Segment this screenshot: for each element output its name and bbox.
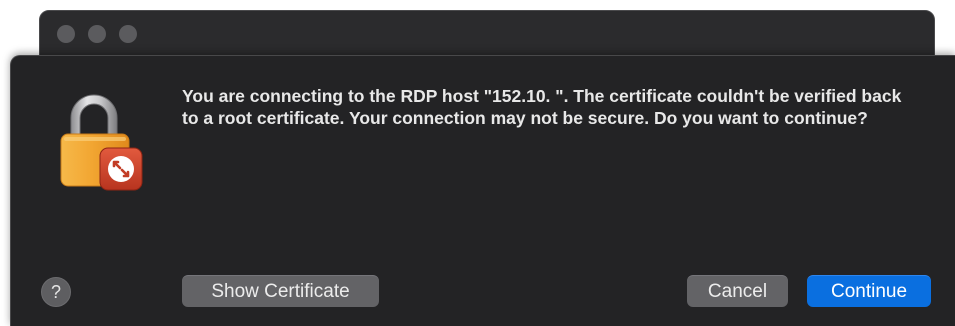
help-button[interactable]: ? [41,277,71,307]
cancel-button[interactable]: Cancel [687,275,788,307]
continue-button[interactable]: Continue [807,275,931,307]
screen: You are connecting to the RDP host "152.… [0,0,955,326]
window-zoom-button[interactable] [119,25,137,43]
dialog-message: You are connecting to the RDP host "152.… [182,86,902,128]
certificate-warning-dialog: You are connecting to the RDP host "152.… [10,55,955,326]
show-certificate-button[interactable]: Show Certificate [182,275,379,307]
window-close-button[interactable] [57,25,75,43]
lock-rdp-icon [56,88,151,198]
window-minimize-button[interactable] [88,25,106,43]
